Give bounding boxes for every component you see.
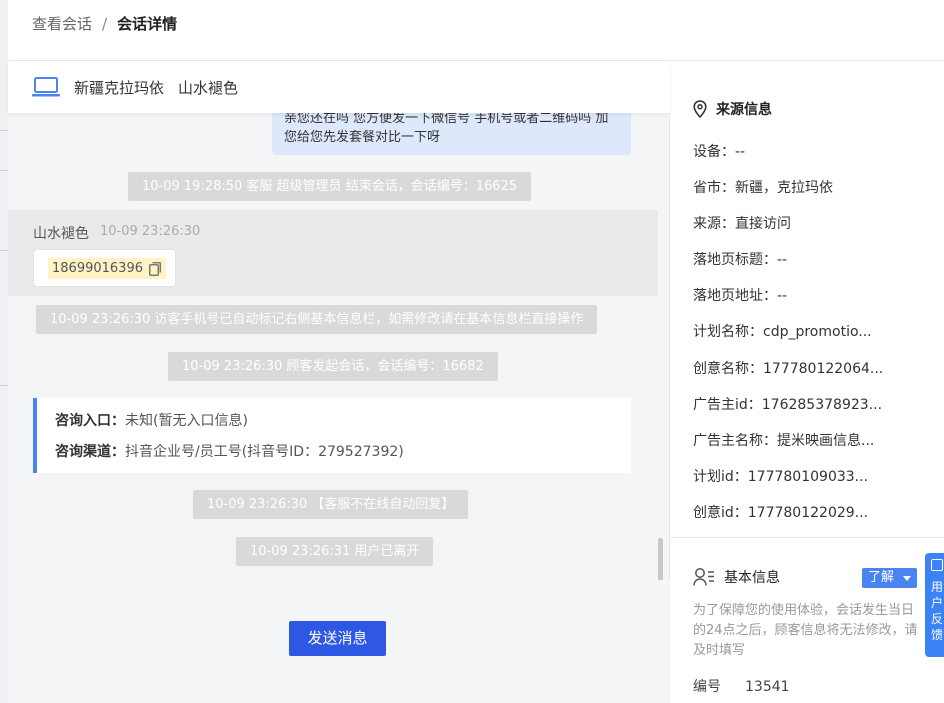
system-message: 10-09 23:26:31 用户已离开 xyxy=(236,537,434,566)
customer-id-label: 编号 xyxy=(693,679,721,695)
laptop-icon xyxy=(32,77,60,97)
visitor-location: 新疆克拉玛依 xyxy=(74,78,165,97)
user-info-icon xyxy=(693,568,714,586)
top-bar: 查看会话 / 会话详情 xyxy=(8,0,944,61)
background-strip xyxy=(0,0,8,703)
user-feedback-tab[interactable]: 用户反馈 xyxy=(925,553,944,657)
breadcrumb: 查看会话 / 会话详情 xyxy=(32,13,177,34)
inquiry-channel-label: 咨询渠道： xyxy=(55,444,125,460)
system-message: 10-09 23:26:30 顾客发起会话，会话编号：16682 xyxy=(168,352,498,381)
phone-number-highlight[interactable]: 18699016396 xyxy=(48,258,166,279)
inquiry-entry-label: 咨询入口： xyxy=(55,413,125,429)
source-advertiser-name: 广告主名称：提米映画信息... xyxy=(693,433,875,449)
section-divider xyxy=(671,537,944,538)
agent-message-bubble: 亲您还在吗 您方便发一下微信号 手机号或者二维码吗 加您给您先发套餐对比一下呀 xyxy=(272,113,631,155)
source-landing-title: 落地页标题：-- xyxy=(693,252,788,268)
source-info-title-text: 来源信息 xyxy=(716,102,772,118)
customer-id-value: 13541 xyxy=(745,679,790,695)
system-message: 10-09 19:28:50 客服 超级管理员 结束会话，会话编号：16625 xyxy=(128,172,532,201)
breadcrumb-separator: / xyxy=(102,14,108,33)
source-creative-id: 创意id：177780122029... xyxy=(693,505,869,521)
source-device: 设备：-- xyxy=(693,144,746,160)
send-area: 发送消息 xyxy=(8,580,670,703)
source-advertiser-id: 广告主id：176285378923... xyxy=(693,397,883,413)
bg-divider xyxy=(0,385,8,386)
customer-id-row: 编号 13541 xyxy=(693,676,790,696)
source-info-title: 来源信息 xyxy=(693,99,772,119)
source-plan-name: 计划名称：cdp_promotio... xyxy=(693,324,872,340)
send-message-button[interactable]: 发送消息 xyxy=(289,621,386,656)
inquiry-entry-value: 未知(暂无入口信息) xyxy=(125,413,248,429)
caret-down-icon xyxy=(903,576,911,581)
chat-scrollbar[interactable] xyxy=(658,538,663,580)
inquiry-channel: 咨询渠道：抖音企业号/员工号(抖音号ID：279527392) xyxy=(55,441,404,461)
inquiry-entry: 咨询入口：未知(暂无入口信息) xyxy=(55,410,248,430)
visitor-name: 山水褪色 xyxy=(33,226,89,242)
location-pin-icon xyxy=(693,100,707,118)
chat-panel: 新疆克拉玛依 山水褪色 亲您还在吗 您方便发一下微信号 手机号或者二维码吗 加您… xyxy=(8,61,670,703)
inquiry-info-card: 咨询入口：未知(暂无入口信息) 咨询渠道：抖音企业号/员工号(抖音号ID：279… xyxy=(33,398,631,473)
chat-header: 新疆克拉玛依 山水褪色 xyxy=(8,61,670,113)
system-message: 10-09 23:26:30 【客服不在线自动回复】 xyxy=(193,490,469,519)
visitor-message-bubble: 18699016396 xyxy=(33,249,176,287)
basic-info-title-text: 基本信息 xyxy=(724,570,780,586)
breadcrumb-parent[interactable]: 查看会话 xyxy=(32,13,92,34)
copy-icon[interactable] xyxy=(149,261,162,276)
source-creative-name: 创意名称：177780122064... xyxy=(693,361,884,377)
system-message: 10-09 23:26:30 访客手机号已自动标记右侧基本信息栏，如需修改请在基… xyxy=(36,305,598,334)
feedback-label: 用户反馈 xyxy=(931,580,944,642)
message-timestamp: 10-09 23:26:30 xyxy=(100,224,201,239)
bg-divider xyxy=(0,170,8,171)
message-list[interactable]: 亲您还在吗 您方便发一下微信号 手机号或者二维码吗 加您给您先发套餐对比一下呀 … xyxy=(8,113,670,580)
source-origin: 来源：直接访问 xyxy=(693,216,791,232)
bg-divider xyxy=(0,250,8,251)
info-sidebar: 来源信息 设备：-- 省市：新疆，克拉玛依 来源：直接访问 落地页标题：-- 落… xyxy=(671,61,944,703)
breadcrumb-current: 会话详情 xyxy=(117,15,178,33)
source-province-city: 省市：新疆，克拉玛依 xyxy=(693,180,833,196)
inquiry-channel-value: 抖音企业号/员工号(抖音号ID：279527392) xyxy=(125,444,404,460)
basic-info-title: 基本信息 xyxy=(693,567,780,587)
bg-divider xyxy=(0,130,8,131)
learn-more-dropdown[interactable]: 了解 xyxy=(862,568,917,588)
source-landing-url: 落地页地址：-- xyxy=(693,288,788,304)
source-plan-id: 计划id：177780109033... xyxy=(693,469,869,485)
feedback-chat-icon xyxy=(931,559,943,571)
learn-more-label: 了解 xyxy=(868,570,895,585)
basic-info-note: 为了保障您的使用体验，会话发生当日的24点之后，顾客信息将无法修改，请及时填写 xyxy=(693,603,918,658)
visitor-nickname: 山水褪色 xyxy=(178,78,239,97)
phone-number: 18699016396 xyxy=(52,261,143,276)
